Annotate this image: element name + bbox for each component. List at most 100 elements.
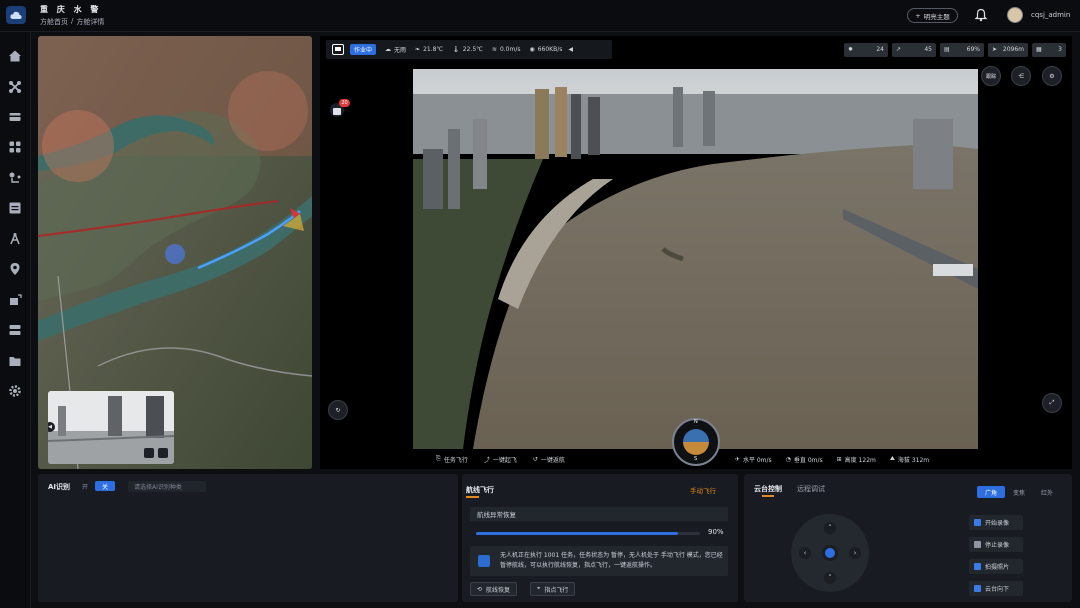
- satellites-box: ✹ 24: [844, 42, 888, 57]
- avatar[interactable]: [1007, 7, 1023, 23]
- wind-icon: ≋: [491, 46, 497, 53]
- pip-fullscreen-icon[interactable]: [158, 448, 168, 458]
- breadcrumb-sep: /: [71, 17, 74, 25]
- route-progress-fill: [476, 532, 678, 535]
- tab-gimbal-control[interactable]: 云台控制: [754, 484, 782, 494]
- plus-icon: +: [915, 11, 921, 20]
- pip-rotate-icon[interactable]: [144, 448, 154, 458]
- record-count-badge: 20: [339, 99, 350, 107]
- tab-remote-debug[interactable]: 远程调试: [797, 484, 825, 494]
- dock-icon[interactable]: [8, 110, 22, 124]
- replay-button[interactable]: ↻: [328, 400, 348, 420]
- humidity-value: 21.8℃: [423, 46, 444, 53]
- lens-infrared[interactable]: 红外: [1033, 486, 1061, 498]
- share-button[interactable]: ⋲: [1011, 66, 1031, 86]
- gimbal-right-button[interactable]: ›: [849, 547, 861, 559]
- lens-zoom[interactable]: 变焦: [1005, 486, 1033, 498]
- device-icon[interactable]: [8, 293, 22, 307]
- speed-icon: ✈: [734, 455, 740, 463]
- wind-item: ≋ 0.0m/s: [492, 46, 521, 53]
- route-resume-button[interactable]: ⟲ 航线恢复: [470, 582, 518, 596]
- compass-north: N: [694, 419, 698, 425]
- fullscreen-button[interactable]: ⤢: [1042, 393, 1062, 413]
- horizontal-speed-value: 水平 0m/s: [742, 456, 772, 464]
- temperature-item: 🌡 22.5℃: [452, 46, 483, 53]
- ai-toggle-on-option[interactable]: 开: [82, 482, 88, 491]
- point-flight-button[interactable]: ⌖ 指点飞行: [530, 582, 576, 596]
- count-value: 3: [1058, 46, 1062, 53]
- breadcrumb-detail: 方舱详情: [76, 18, 105, 26]
- start-recording-button[interactable]: 开始录像: [969, 515, 1023, 530]
- gimbal-joystick[interactable]: ˄ ˅ ‹ ›: [791, 514, 869, 592]
- home-icon[interactable]: [8, 49, 22, 63]
- route-icon[interactable]: [8, 171, 22, 185]
- signal-box: ↗ 45: [892, 42, 936, 57]
- media-icon[interactable]: [8, 201, 22, 215]
- tower-icon[interactable]: [8, 232, 22, 246]
- expand-icon: ⤢: [1049, 399, 1055, 406]
- wind-value: 0.0m/s: [499, 46, 521, 53]
- vertical-speed-value: 垂直 0m/s: [793, 456, 823, 464]
- route-title[interactable]: 航线飞行: [466, 485, 494, 495]
- horizontal-speed: ✈ 水平 0m/s: [735, 455, 772, 464]
- satellite-icon: ✹: [848, 46, 854, 53]
- task-flight-label: 任务飞行: [443, 456, 468, 464]
- settings-icon[interactable]: [8, 384, 22, 398]
- gear-icon: ⚙: [1049, 72, 1055, 80]
- take-photo-button[interactable]: 拍摄照片: [969, 559, 1023, 574]
- lens-wide[interactable]: 广角: [977, 486, 1005, 498]
- location-icon[interactable]: [8, 262, 22, 276]
- dock-camera-pip[interactable]: ◀: [48, 391, 174, 464]
- battery-icon: ▤: [944, 46, 950, 53]
- share-icon: ⋲: [1018, 72, 1024, 80]
- height-value: 高度 122m: [844, 456, 876, 464]
- chevron-down-icon: ˅: [828, 574, 832, 582]
- stop-recording-button[interactable]: 停止录像: [969, 537, 1023, 552]
- temperature-value: 22.5℃: [462, 46, 483, 53]
- gimbal-down-action-button[interactable]: 云台向下: [969, 581, 1023, 596]
- gimbal-up-button[interactable]: ˄: [824, 522, 836, 534]
- ai-type-select[interactable]: 请选择AI识别种类: [128, 481, 206, 492]
- server-icon[interactable]: [8, 323, 22, 337]
- gimbal-down-button[interactable]: ˅: [824, 572, 836, 584]
- track-label: 跟踪: [985, 73, 996, 80]
- cloud-icon: ☁: [385, 46, 392, 53]
- network-value: 660KB/s: [537, 46, 563, 53]
- route-tab-underline: [466, 496, 479, 498]
- route-progress-bar: [476, 532, 700, 535]
- collapse-arrow-icon[interactable]: ◀: [568, 46, 573, 53]
- breadcrumb-home[interactable]: 方舱首页: [40, 17, 68, 27]
- takeoff-button[interactable]: ⤴ 一键起飞: [484, 455, 517, 464]
- video-settings-button[interactable]: ⚙: [1042, 66, 1062, 86]
- weather-value: 无雨: [394, 47, 407, 54]
- theme-toggle-button[interactable]: + 明亮主题: [907, 8, 958, 23]
- battery-box: ▤ 69%: [940, 42, 984, 57]
- mountain-icon: ⛰: [889, 455, 895, 462]
- vertical-speed: ◔ 垂直 0m/s: [786, 455, 823, 464]
- track-button[interactable]: 跟踪: [981, 66, 1001, 86]
- distance-value: 2096m: [1002, 46, 1024, 53]
- return-icon: ↺: [532, 455, 538, 463]
- username[interactable]: cqsj_admin: [1031, 11, 1070, 19]
- chevron-left-icon: ‹: [803, 549, 807, 557]
- info-icon: [478, 555, 490, 567]
- route-info-text: 无人机正在执行 1001 任务，任务状态为 暂停，无人机处于 手动飞行 模式，您…: [500, 552, 723, 569]
- drone-icon[interactable]: [8, 80, 22, 94]
- manual-flight-link[interactable]: 手动飞行: [690, 485, 716, 495]
- task-flight-button[interactable]: ⎘ 任务飞行: [436, 455, 468, 464]
- bell-icon[interactable]: [974, 8, 988, 22]
- gimbal-panel: 云台控制 远程调试 广角 变焦 红外 ˄ ˅ ‹ › 开始录像 停止录像 拍摄照…: [744, 474, 1072, 602]
- mode-badge: 作业中: [350, 44, 377, 55]
- breadcrumb: 方舱首页 / 方舱详情: [40, 17, 104, 27]
- folder-icon[interactable]: [8, 354, 22, 368]
- chart-icon: ▦: [1036, 46, 1042, 53]
- apps-icon[interactable]: [8, 140, 22, 154]
- brand-title: 重 庆 水 警: [40, 5, 102, 14]
- drone-camera-feed[interactable]: [413, 69, 978, 449]
- app-logo[interactable]: [6, 6, 26, 24]
- gimbal-center-button[interactable]: [822, 545, 838, 561]
- ai-toggle-off-option[interactable]: 关: [95, 481, 115, 491]
- return-button[interactable]: ↺ 一键返航: [533, 455, 565, 464]
- gimbal-left-button[interactable]: ‹: [799, 547, 811, 559]
- record-list-button[interactable]: 20: [330, 99, 350, 117]
